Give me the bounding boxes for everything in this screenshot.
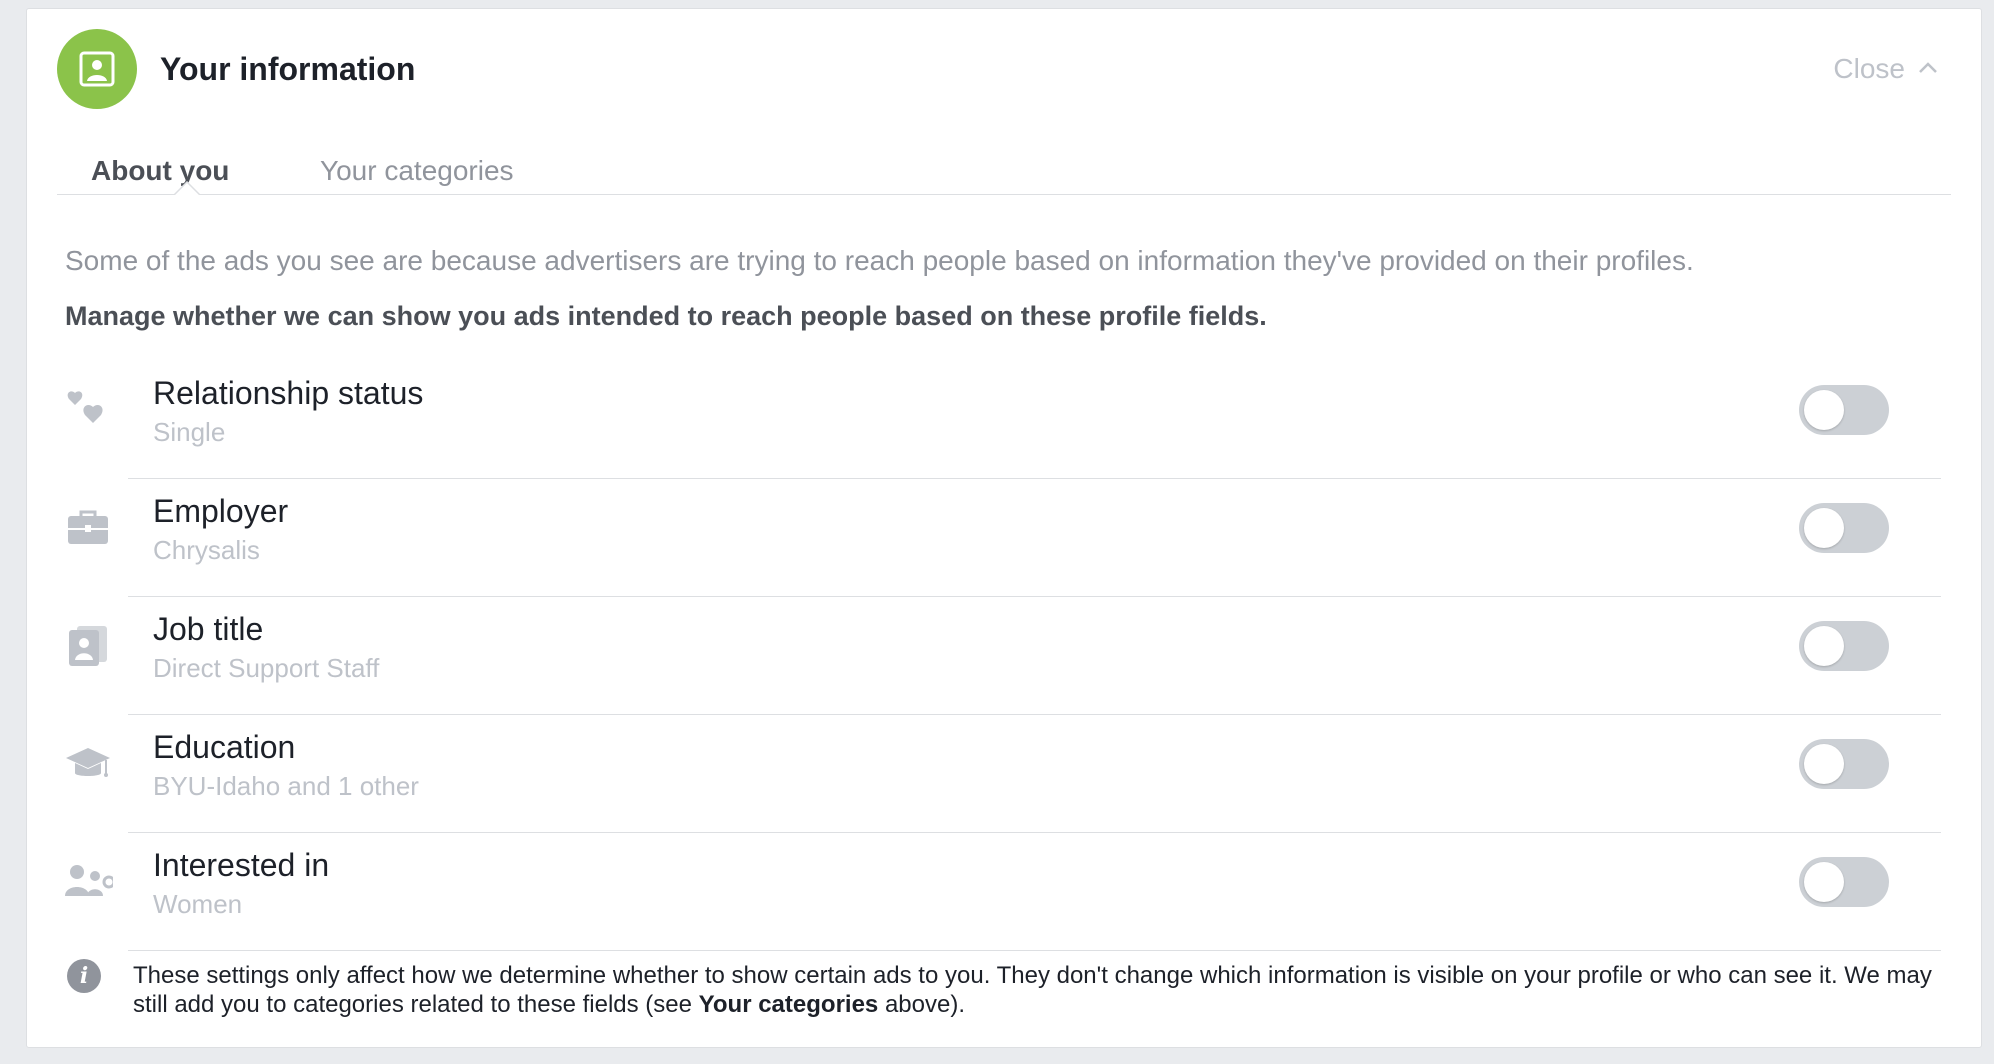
note-text-start: These settings only affect how we determ…	[133, 962, 1932, 1018]
interested-in-toggle[interactable]	[1799, 857, 1889, 907]
job-title-toggle[interactable]	[1799, 621, 1889, 671]
people-icon	[63, 857, 113, 907]
close-label: Close	[1833, 53, 1905, 84]
your-categories-reference: Your categories	[698, 991, 879, 1018]
field-title: Relationship status	[153, 375, 424, 411]
field-value: Chrysalis	[153, 535, 260, 565]
field-value: Direct Support Staff	[153, 653, 380, 683]
education-toggle[interactable]	[1799, 739, 1889, 789]
toggle-knob	[1804, 744, 1844, 784]
field-title: Job title	[153, 611, 264, 647]
info-icon: i	[67, 959, 101, 993]
id-card-icon	[63, 621, 113, 671]
field-row-employer: Employer Chrysalis	[27, 479, 1981, 597]
settings-note: These settings only affect how we determ…	[133, 961, 1963, 1019]
your-information-panel: Your information Close About you Your ca…	[26, 8, 1982, 1048]
profile-fields-list: Relationship status Single Employer Chry…	[27, 361, 1981, 951]
relationship-status-toggle[interactable]	[1799, 385, 1889, 435]
field-row-interested-in: Interested in Women	[27, 833, 1981, 951]
tab-about-you[interactable]: About you	[91, 155, 229, 187]
field-value: Women	[153, 889, 243, 919]
active-tab-indicator	[174, 181, 200, 195]
hearts-icon	[63, 385, 113, 435]
manage-heading: Manage whether we can show you ads inten…	[65, 301, 1267, 331]
field-title: Employer	[153, 493, 289, 529]
profile-badge-icon	[57, 29, 137, 109]
panel-title: Your information	[160, 51, 416, 87]
chevron-up-icon	[1919, 62, 1937, 73]
employer-toggle[interactable]	[1799, 503, 1889, 553]
tab-bar: About you Your categories	[57, 139, 1951, 195]
field-row-relationship-status: Relationship status Single	[27, 361, 1981, 479]
row-divider	[128, 950, 1941, 951]
toggle-knob	[1804, 508, 1844, 548]
field-title: Education	[153, 729, 296, 765]
graduation-cap-icon	[63, 739, 113, 789]
field-row-education: Education BYU-Idaho and 1 other	[27, 715, 1981, 833]
intro-text: Some of the ads you see are because adve…	[65, 245, 1694, 276]
toggle-knob	[1804, 390, 1844, 430]
field-value: Single	[153, 417, 226, 447]
field-row-job-title: Job title Direct Support Staff	[27, 597, 1981, 715]
briefcase-icon	[63, 503, 113, 553]
field-title: Interested in	[153, 847, 330, 883]
close-button[interactable]: Close	[1833, 53, 1939, 85]
toggle-knob	[1804, 862, 1844, 902]
tab-your-categories[interactable]: Your categories	[320, 155, 514, 187]
note-text-end: above).	[878, 991, 965, 1018]
toggle-knob	[1804, 626, 1844, 666]
field-value: BYU-Idaho and 1 other	[153, 771, 419, 801]
